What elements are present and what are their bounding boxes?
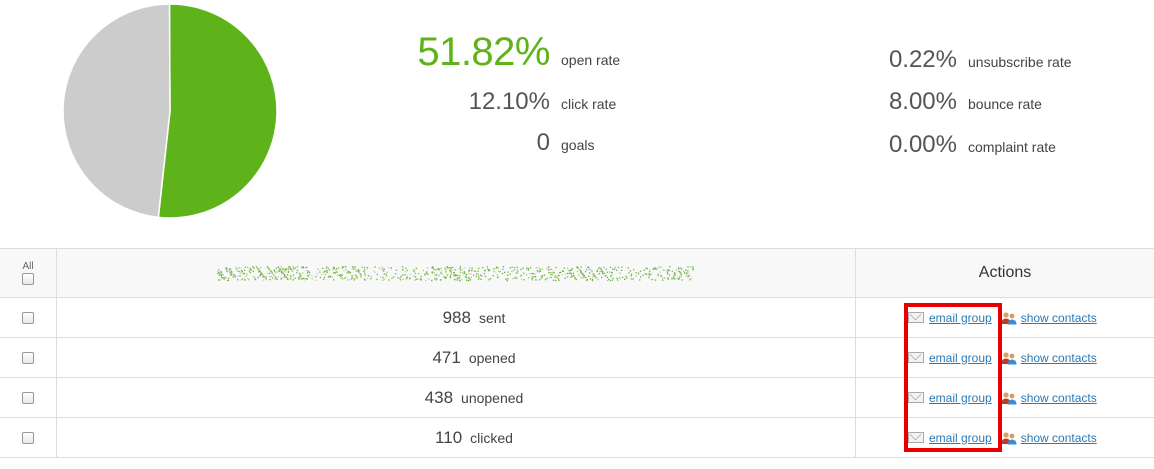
table-header: All Actions xyxy=(0,249,1154,298)
row-select-cell xyxy=(0,298,57,337)
actions-header: Actions xyxy=(978,264,1032,281)
row-actions-cell: email group show contacts xyxy=(856,418,1154,457)
row-checkbox[interactable] xyxy=(22,391,34,404)
bounce-rate-value: 8.00% xyxy=(888,88,957,115)
show-contacts-link[interactable]: show contacts xyxy=(1021,431,1097,445)
goals-label: goals xyxy=(561,137,595,153)
redacted-text-scribble xyxy=(217,266,694,282)
contacts-people-icon xyxy=(1001,431,1017,444)
complaint-rate-label: complaint rate xyxy=(968,139,1056,155)
pie-slice-unopened xyxy=(62,3,171,219)
complaint-rate-stat: 0.00% complaint rate xyxy=(837,131,1056,159)
bounce-rate-label: bounce rate xyxy=(968,96,1042,112)
click-rate-label: click rate xyxy=(561,96,617,112)
row-count: 110 xyxy=(435,427,463,447)
row-select-cell xyxy=(0,418,57,457)
redacted-header-cell xyxy=(57,249,856,297)
row-count-cell: 988 sent xyxy=(57,298,856,337)
pie-slice-opened xyxy=(157,3,278,219)
row-label: opened xyxy=(468,349,516,366)
row-checkbox[interactable] xyxy=(22,431,34,444)
row-actions-cell: email group show contacts xyxy=(856,298,1154,337)
row-label: sent xyxy=(478,309,506,326)
show-contacts-link[interactable]: show contacts xyxy=(1021,391,1097,405)
campaign-report: 51.82% open rate 12.10% click rate 0 goa… xyxy=(0,0,1154,469)
click-rate-value: 12.10% xyxy=(468,88,550,115)
row-count-cell: 438 unopened xyxy=(57,378,856,417)
row-count: 471 xyxy=(432,347,461,367)
row-actions-cell: email group show contacts xyxy=(856,378,1154,417)
unsubscribe-rate-stat: 0.22% unsubscribe rate xyxy=(837,46,1072,74)
row-checkbox[interactable] xyxy=(22,351,34,364)
goals-stat: 0 goals xyxy=(350,129,595,157)
row-select-cell xyxy=(0,378,57,417)
complaint-rate-value: 0.00% xyxy=(888,131,957,158)
open-rate-pie-chart xyxy=(62,3,278,219)
row-checkbox[interactable] xyxy=(22,311,34,324)
row-count-cell: 471 opened xyxy=(57,338,856,377)
contacts-people-icon xyxy=(1001,351,1017,364)
open-rate-label: open rate xyxy=(561,52,621,68)
contacts-people-icon xyxy=(1001,311,1017,324)
contacts-people-icon xyxy=(1001,391,1017,404)
select-all-label: All xyxy=(22,261,34,272)
email-group-highlight-box xyxy=(904,303,1002,452)
goals-value: 0 xyxy=(536,129,550,156)
select-all-cell: All xyxy=(0,249,57,297)
show-contacts-link[interactable]: show contacts xyxy=(1021,311,1097,325)
row-label: unopened xyxy=(461,389,524,406)
click-rate-stat: 12.10% click rate xyxy=(350,88,617,116)
unsubscribe-rate-label: unsubscribe rate xyxy=(968,54,1072,70)
bounce-rate-stat: 8.00% bounce rate xyxy=(837,88,1042,116)
row-count: 988 xyxy=(442,307,471,327)
row-count-cell: 110 clicked xyxy=(57,418,856,457)
unsubscribe-rate-value: 0.22% xyxy=(888,46,957,73)
row-select-cell xyxy=(0,338,57,377)
open-rate-value: 51.82% xyxy=(417,30,550,74)
open-rate-stat: 51.82% open rate xyxy=(350,30,620,75)
row-count: 438 xyxy=(424,387,454,407)
row-label: clicked xyxy=(470,429,513,446)
row-actions-cell: email group show contacts xyxy=(856,338,1154,377)
pie-svg xyxy=(62,3,278,219)
select-all-checkbox[interactable] xyxy=(22,273,34,285)
show-contacts-link[interactable]: show contacts xyxy=(1021,351,1097,365)
